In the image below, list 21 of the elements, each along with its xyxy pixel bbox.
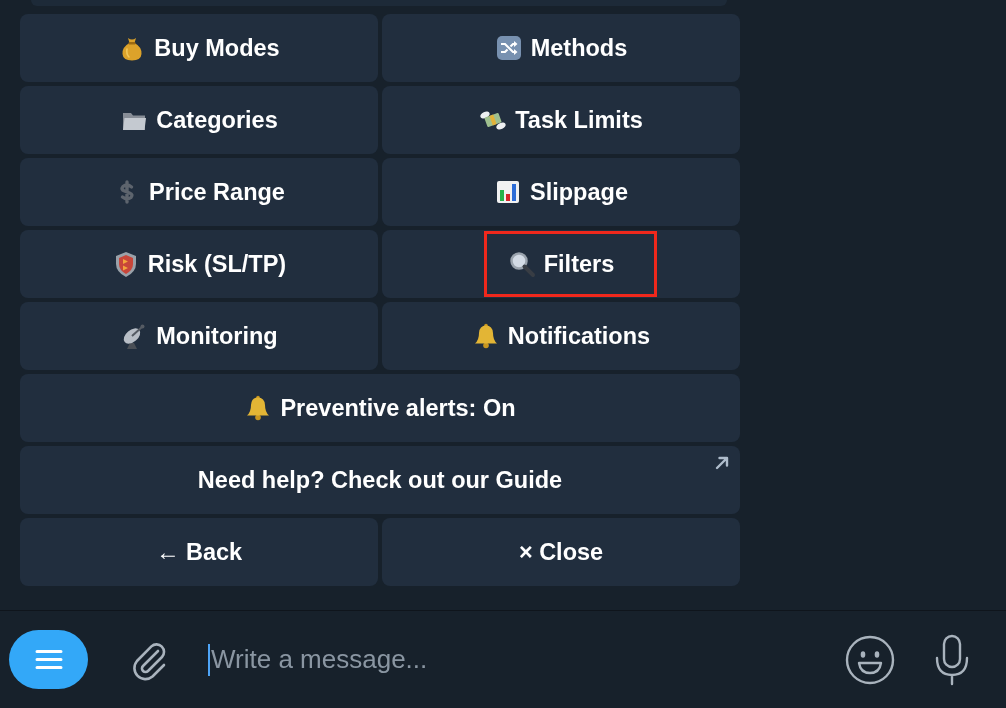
- keyboard-button[interactable]: Task Limits: [382, 86, 740, 154]
- keyboard-button[interactable]: Need help? Check out our Guide: [20, 446, 740, 514]
- keyboard-button[interactable]: Preventive alerts: On: [20, 374, 740, 442]
- keyboard-button[interactable]: Methods: [382, 14, 740, 82]
- keyboard-button[interactable]: Notifications: [382, 302, 740, 370]
- keyboard-button[interactable]: Slippage: [382, 158, 740, 226]
- smiley-icon[interactable]: [845, 634, 895, 685]
- microphone-icon[interactable]: [933, 633, 971, 686]
- magnifier-icon: [507, 250, 536, 278]
- shuffle-icon: [494, 34, 523, 62]
- arrow-up-right-icon: [714, 455, 730, 471]
- keyboard-button[interactable]: Categories: [20, 86, 378, 154]
- keyboard-button[interactable]: Buy Modes: [20, 14, 378, 82]
- message-input[interactable]: Write a message...: [208, 643, 825, 676]
- keyboard-button[interactable]: Filters: [382, 230, 740, 298]
- keyboard-button[interactable]: Price Range: [20, 158, 378, 226]
- keyboard-button[interactable]: Monitoring: [20, 302, 378, 370]
- menu-icon: [34, 649, 63, 670]
- keyboard-button[interactable]: Risk (SL/TP): [20, 230, 378, 298]
- keyboard-button[interactable]: ← Back: [20, 518, 378, 586]
- keyboard-button[interactable]: × Close: [382, 518, 740, 586]
